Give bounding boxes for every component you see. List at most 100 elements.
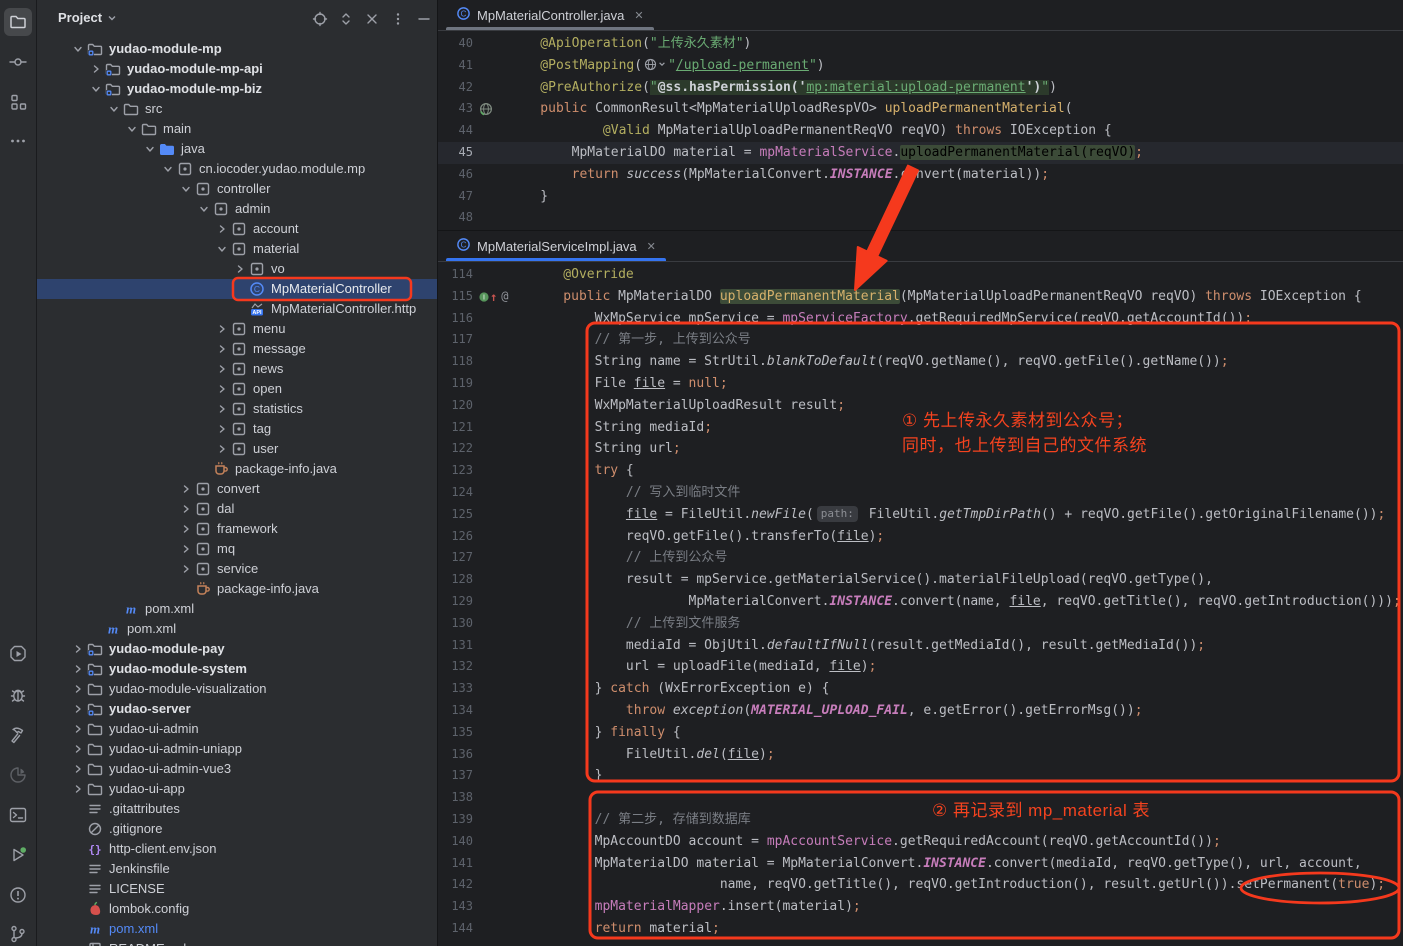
chevron-collapsed-icon[interactable] — [177, 541, 195, 557]
line-number[interactable]: 43 — [438, 98, 473, 120]
tree-item-http-client.env.json[interactable]: {} http-client.env.json — [37, 839, 437, 859]
chevron-expanded-icon[interactable] — [105, 101, 123, 117]
line-number[interactable]: 133 — [438, 678, 473, 700]
editor-tab-mpmaterialserviceimpl[interactable]: C MpMaterialServiceImpl.java ✕ — [446, 231, 666, 261]
chevron-collapsed-icon[interactable] — [177, 521, 195, 537]
debug-icon[interactable] — [4, 680, 32, 708]
structure-icon[interactable] — [4, 88, 32, 116]
tree-item-yudao-module-mp-biz[interactable]: yudao-module-mp-biz — [37, 79, 437, 99]
code-line-120[interactable]: 120 WxMpMaterialUploadResult result; — [438, 395, 1403, 417]
line-number[interactable]: 115 — [438, 286, 473, 308]
line-number[interactable]: 142 — [438, 874, 473, 896]
endpoint-globe-icon[interactable] — [479, 98, 493, 120]
more-tools-icon[interactable] — [4, 127, 32, 155]
locate-file-button[interactable] — [307, 9, 333, 29]
code-line-136[interactable]: 136 FileUtil.del(file); — [438, 744, 1403, 766]
line-number[interactable]: 47 — [438, 186, 473, 208]
tree-item-yudao-module-mp[interactable]: yudao-module-mp — [37, 39, 437, 59]
line-number[interactable]: 141 — [438, 853, 473, 875]
line-number[interactable]: 140 — [438, 831, 473, 853]
line-number[interactable]: 119 — [438, 373, 473, 395]
line-number[interactable]: 118 — [438, 351, 473, 373]
chevron-expanded-icon[interactable] — [69, 41, 87, 57]
editor-tab-mpmaterialcontroller[interactable]: C MpMaterialController.java ✕ — [446, 0, 654, 30]
tree-item-yudao-module-visualization[interactable]: yudao-module-visualization — [37, 679, 437, 699]
project-panel-title[interactable]: Project — [58, 10, 117, 25]
code-line-44[interactable]: 44 @Valid MpMaterialUploadPermanentReqVO… — [438, 120, 1403, 142]
line-number[interactable]: 121 — [438, 417, 473, 439]
code-line-142[interactable]: 142 name, reqVO.getTitle(), reqVO.getInt… — [438, 874, 1403, 896]
chevron-collapsed-icon[interactable] — [69, 641, 87, 657]
chevron-collapsed-icon[interactable] — [69, 741, 87, 757]
tree-item-package-info.java[interactable]: package-info.java — [37, 579, 437, 599]
line-number[interactable]: 41 — [438, 55, 473, 77]
tree-item-framework[interactable]: framework — [37, 519, 437, 539]
code-line-144[interactable]: 144 return material; — [438, 918, 1403, 940]
chevron-collapsed-icon[interactable] — [69, 721, 87, 737]
code-line-43[interactable]: 43 public CommonResult<MpMaterialUploadR… — [438, 98, 1403, 120]
chevron-expanded-icon[interactable] — [177, 181, 195, 197]
chevron-collapsed-icon[interactable] — [69, 781, 87, 797]
tree-item-yudao-ui-app[interactable]: yudao-ui-app — [37, 779, 437, 799]
terminal-icon[interactable] — [4, 801, 32, 829]
project-folder-icon[interactable] — [4, 8, 32, 36]
code-line-141[interactable]: 141 MpMaterialDO material = MpMaterialCo… — [438, 853, 1403, 875]
tree-item-.gitattributes[interactable]: .gitattributes — [37, 799, 437, 819]
line-number[interactable]: 45 — [438, 142, 473, 164]
line-number[interactable]: 144 — [438, 918, 473, 940]
services-icon[interactable] — [4, 841, 32, 869]
chevron-collapsed-icon[interactable] — [213, 401, 231, 417]
code-line-46[interactable]: 46 return success(MpMaterialConvert.INST… — [438, 164, 1403, 186]
tree-item-lombok.config[interactable]: lombok.config — [37, 899, 437, 919]
chevron-collapsed-icon[interactable] — [69, 701, 87, 717]
line-number[interactable]: 124 — [438, 482, 473, 504]
line-number[interactable]: 44 — [438, 120, 473, 142]
code-line-121[interactable]: 121 String mediaId; — [438, 417, 1403, 439]
tree-item-MpMaterialController.http[interactable]: API MpMaterialController.http — [37, 299, 437, 319]
tree-item-news[interactable]: news — [37, 359, 437, 379]
tree-item-src[interactable]: src — [37, 99, 437, 119]
tree-item-vo[interactable]: vo — [37, 259, 437, 279]
code-line-140[interactable]: 140 MpAccountDO account = mpAccountServi… — [438, 831, 1403, 853]
options-kebab-button[interactable] — [385, 9, 411, 29]
line-number[interactable]: 126 — [438, 526, 473, 548]
tree-item-cn.iocoder.yudao.module.mp[interactable]: cn.iocoder.yudao.module.mp — [37, 159, 437, 179]
line-number[interactable]: 131 — [438, 635, 473, 657]
code-line-115[interactable]: 115I↑@ public MpMaterialDO uploadPermane… — [438, 286, 1403, 308]
tree-item-service[interactable]: service — [37, 559, 437, 579]
tree-item-statistics[interactable]: statistics — [37, 399, 437, 419]
chevron-collapsed-icon[interactable] — [177, 481, 195, 497]
code-line-126[interactable]: 126 reqVO.getFile().transferTo(file); — [438, 526, 1403, 548]
tree-item-pom.xml[interactable]: m pom.xml — [37, 619, 437, 639]
code-line-123[interactable]: 123 try { — [438, 460, 1403, 482]
line-number[interactable]: 128 — [438, 569, 473, 591]
code-line-139[interactable]: 139 // 第二步, 存储到数据库 — [438, 809, 1403, 831]
tree-item-material[interactable]: material — [37, 239, 437, 259]
code-line-42[interactable]: 42 @PreAuthorize("@ss.hasPermission('mp:… — [438, 77, 1403, 99]
chevron-collapsed-icon[interactable] — [69, 681, 87, 697]
tree-item-yudao-module-pay[interactable]: yudao-module-pay — [37, 639, 437, 659]
code-line-128[interactable]: 128 result = mpService.getMaterialServic… — [438, 569, 1403, 591]
chevron-collapsed-icon[interactable] — [213, 361, 231, 377]
line-number[interactable]: 114 — [438, 264, 473, 286]
chevron-collapsed-icon[interactable] — [213, 341, 231, 357]
chevron-collapsed-icon[interactable] — [69, 661, 87, 677]
chevron-collapsed-icon[interactable] — [213, 441, 231, 457]
line-number[interactable]: 123 — [438, 460, 473, 482]
collapse-all-button[interactable] — [359, 9, 385, 29]
line-number[interactable]: 127 — [438, 547, 473, 569]
tree-item-main[interactable]: main — [37, 119, 437, 139]
chevron-collapsed-icon[interactable] — [213, 421, 231, 437]
tree-item-menu[interactable]: menu — [37, 319, 437, 339]
code-line-137[interactable]: 137 } — [438, 765, 1403, 787]
chevron-collapsed-icon[interactable] — [213, 221, 231, 237]
chevron-collapsed-icon[interactable] — [213, 321, 231, 337]
code-line-47[interactable]: 47 } — [438, 186, 1403, 208]
tree-item-tag[interactable]: tag — [37, 419, 437, 439]
chevron-expanded-icon[interactable] — [159, 161, 177, 177]
code-line-119[interactable]: 119 File file = null; — [438, 373, 1403, 395]
line-number[interactable]: 138 — [438, 787, 473, 809]
line-number[interactable]: 134 — [438, 700, 473, 722]
code-line-116[interactable]: 116 WxMpService mpService = mpServiceFac… — [438, 308, 1403, 330]
code-line-124[interactable]: 124 // 写入到临时文件 — [438, 482, 1403, 504]
